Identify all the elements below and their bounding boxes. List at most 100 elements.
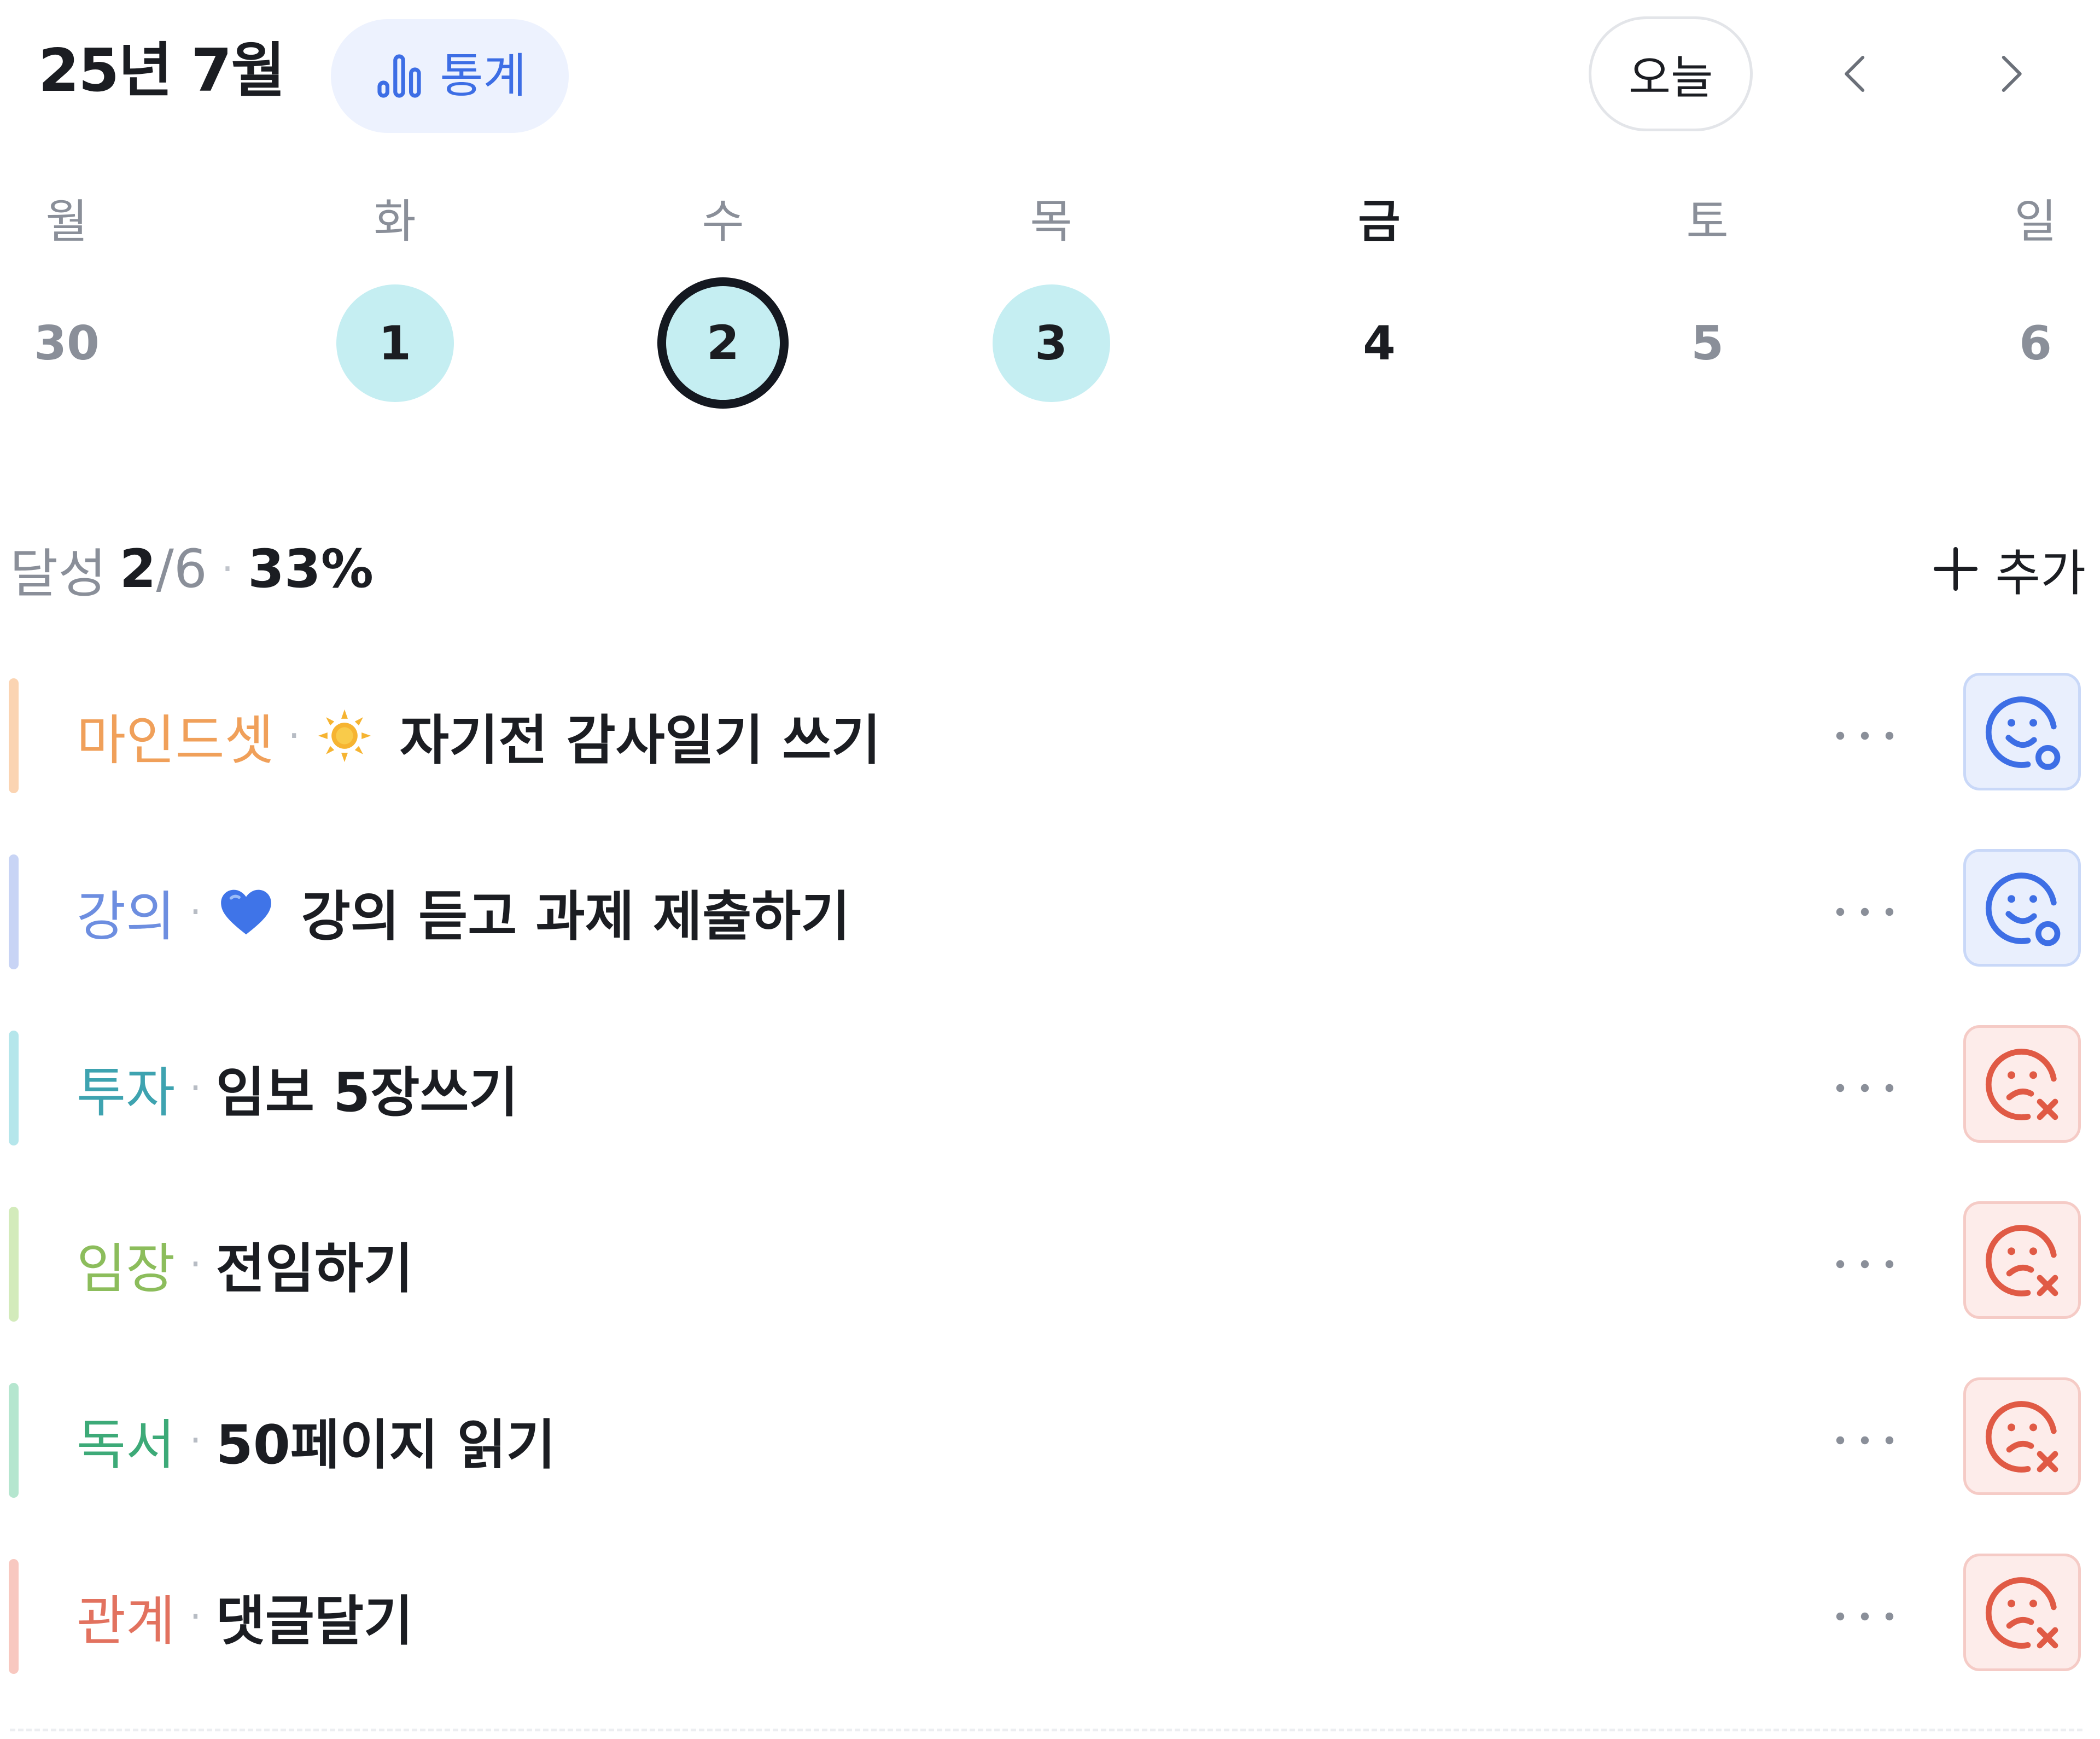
status-success-button[interactable]	[1963, 849, 2081, 967]
sad-x-icon	[1985, 1224, 2058, 1296]
day-number-today: 4	[1363, 316, 1396, 371]
summary-total-count: /6	[156, 538, 207, 600]
achievement-summary: 달성 2 /6 · 33%	[10, 525, 374, 613]
day-number: 30	[34, 316, 100, 371]
habit-category: 강의	[77, 886, 176, 948]
habit-text: 강의 · 강의 듣고 과제 제출하기	[77, 849, 850, 975]
habit-title: 자기전 감사일기 쓰기	[399, 709, 881, 772]
habit-tracker-page: 25년 7월 통계 오늘 월 30 화 1 수 2 목 3 금 4 토 5 일 …	[0, 0, 2100, 1739]
prev-week-button[interactable]	[1816, 33, 1898, 115]
sad-x-icon	[1985, 1400, 2058, 1473]
habit-separator: ·	[189, 889, 202, 934]
sad-x-icon	[1985, 1577, 2058, 1649]
habit-title: 댓글달기	[215, 1590, 413, 1653]
habit-text: 관계 · 댓글달기	[77, 1554, 413, 1679]
status-fail-button[interactable]	[1963, 1554, 2081, 1671]
weekday-label: 월	[45, 195, 88, 248]
more-dots-icon	[1836, 1612, 1894, 1621]
add-habit-button[interactable]: 추가	[1929, 525, 2086, 613]
chevron-left-icon	[1845, 56, 1865, 92]
sun-icon	[318, 709, 371, 763]
day-number-selected: 2	[657, 277, 789, 409]
more-options-button[interactable]	[1827, 703, 1903, 769]
bar-chart-icon	[377, 54, 421, 98]
weekday-label: 화	[374, 195, 416, 248]
habit-row[interactable]: 임장 · 전임하기	[0, 1201, 2100, 1327]
summary-label: 달성	[10, 543, 107, 604]
weekday-label: 목	[1030, 195, 1072, 248]
add-habit-label: 추가	[1995, 545, 2086, 602]
day-column[interactable]: 일 6	[1953, 181, 2100, 427]
category-color-bar	[9, 854, 19, 969]
category-color-bar	[9, 1207, 19, 1322]
habit-category: 투자	[77, 1062, 176, 1124]
habit-title: 임보 5장쓰기	[215, 1062, 518, 1124]
day-column[interactable]: 화 1	[313, 181, 477, 427]
summary-percent: 33%	[248, 538, 374, 600]
habit-row[interactable]: 관계 · 댓글달기	[0, 1554, 2100, 1679]
more-dots-icon	[1836, 1260, 1894, 1269]
smile-check-icon	[1985, 872, 2060, 946]
habit-row[interactable]: 독서 · 50페이지 읽기	[0, 1377, 2100, 1503]
sad-x-icon	[1985, 1048, 2058, 1120]
habit-title: 전임하기	[215, 1238, 413, 1300]
habit-text: 마인드셋 · 자기전 감사일기 쓰기	[77, 673, 881, 799]
weekday-label-today: 금	[1358, 195, 1401, 248]
habit-text: 독서 · 50페이지 읽기	[77, 1377, 556, 1503]
today-button[interactable]: 오늘	[1589, 16, 1753, 131]
status-success-button[interactable]	[1963, 673, 2081, 790]
day-number: 3	[992, 284, 1110, 402]
habit-category: 마인드셋	[77, 709, 274, 772]
habit-category: 독서	[77, 1414, 176, 1476]
chevron-right-icon	[2002, 56, 2022, 92]
plus-icon	[1934, 547, 1978, 591]
more-dots-icon	[1836, 1436, 1894, 1445]
smile-check-icon	[1985, 696, 2060, 770]
day-column[interactable]: 목 3	[969, 181, 1133, 427]
more-dots-icon	[1836, 908, 1894, 916]
category-color-bar	[9, 1031, 19, 1145]
summary-separator: ·	[221, 546, 234, 591]
habit-title: 50페이지 읽기	[215, 1414, 556, 1476]
day-column[interactable]: 금 4	[1297, 181, 1461, 427]
stats-button[interactable]: 통계	[331, 19, 569, 133]
blue-heart-icon	[220, 889, 271, 935]
weekday-label: 일	[2014, 195, 2057, 248]
status-fail-button[interactable]	[1963, 1377, 2081, 1495]
month-title: 25년 7월	[38, 37, 285, 105]
habit-title: 강의 듣고 과제 제출하기	[301, 886, 850, 948]
habit-separator: ·	[189, 1418, 202, 1463]
habit-row[interactable]: 마인드셋 · 자기전 감사일기 쓰기	[0, 673, 2100, 799]
status-fail-button[interactable]	[1963, 1025, 2081, 1143]
habit-row[interactable]: 강의 · 강의 듣고 과제 제출하기	[0, 849, 2100, 975]
weekday-label: 토	[1686, 195, 1729, 248]
week-strip: 월 30 화 1 수 2 목 3 금 4 토 5 일 6	[0, 181, 2100, 427]
habit-text: 투자 · 임보 5장쓰기	[77, 1025, 518, 1151]
habit-row[interactable]: 투자 · 임보 5장쓰기	[0, 1025, 2100, 1151]
category-color-bar	[9, 1383, 19, 1498]
more-dots-icon	[1836, 731, 1894, 740]
day-number: 1	[336, 284, 454, 402]
more-options-button[interactable]	[1827, 1584, 1903, 1649]
day-number: 5	[1691, 316, 1724, 371]
more-options-button[interactable]	[1827, 1055, 1903, 1121]
list-divider	[10, 1729, 2082, 1731]
day-number: 6	[2019, 316, 2052, 371]
habit-separator: ·	[189, 1594, 202, 1639]
more-options-button[interactable]	[1827, 1231, 1903, 1297]
habit-separator: ·	[189, 1066, 202, 1110]
weekday-label: 수	[702, 195, 744, 248]
calendar-header: 25년 7월 통계 오늘	[0, 0, 2100, 142]
habit-category: 임장	[77, 1238, 176, 1300]
more-options-button[interactable]	[1827, 879, 1903, 945]
day-column[interactable]: 월 30	[0, 181, 149, 427]
next-week-button[interactable]	[1969, 33, 2051, 115]
summary-done-count: 2	[119, 538, 156, 600]
habit-text: 임장 · 전임하기	[77, 1201, 413, 1327]
habit-separator: ·	[189, 1242, 202, 1287]
more-dots-icon	[1836, 1084, 1894, 1092]
status-fail-button[interactable]	[1963, 1201, 2081, 1319]
day-column[interactable]: 수 2	[641, 181, 805, 427]
more-options-button[interactable]	[1827, 1408, 1903, 1473]
day-column[interactable]: 토 5	[1625, 181, 1789, 427]
